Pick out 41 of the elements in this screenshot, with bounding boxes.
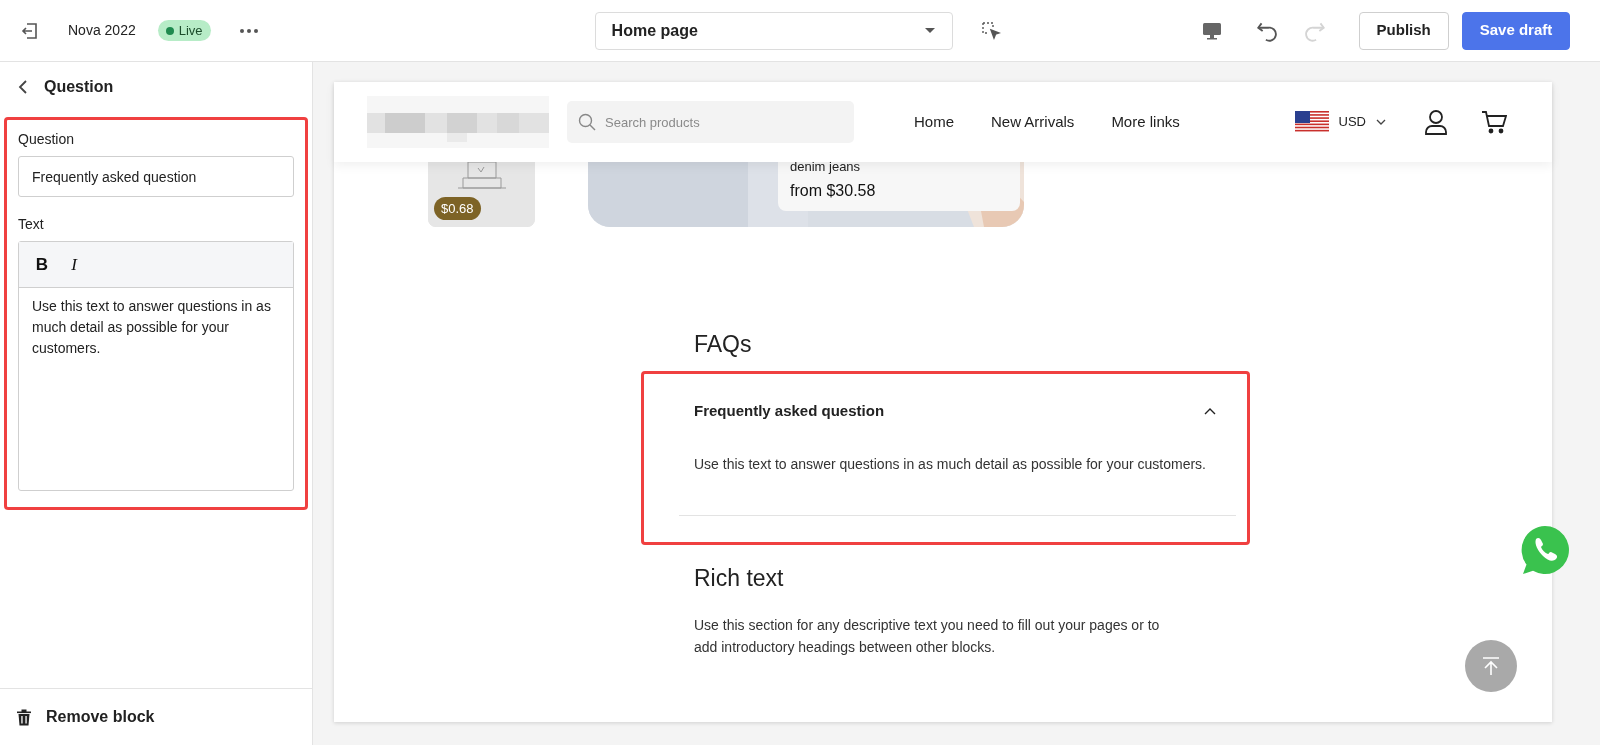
cart-icon[interactable] [1481,110,1507,134]
field-label: Text [18,215,45,234]
caret-icon [923,27,936,34]
status-badge: Live [157,20,211,41]
question-input[interactable]: Frequently asked question [18,156,294,197]
save-button[interactable]: Save draft [1461,11,1571,50]
site-name: Nova 2022 [68,21,136,40]
exit-icon[interactable] [20,20,40,41]
remove-block-button[interactable]: Remove block [0,688,312,745]
panel-title: Question [44,77,114,97]
arrow-up-icon [1481,656,1501,676]
trash-icon [16,708,32,726]
publish-button[interactable]: Publish [1358,11,1449,50]
nav-link[interactable]: New Arrivals [991,110,1075,134]
editor-text: Use this text to answer questions in as much detail as possible for your customers. [31,297,272,358]
selection-tool-icon[interactable] [980,20,1001,41]
search-field[interactable]: Search products [567,101,854,143]
back-icon[interactable] [18,80,28,94]
italic-button[interactable]: I [61,250,87,279]
bold-button[interactable]: B [29,250,55,279]
nav-link[interactable]: More links [1111,110,1180,134]
chevron-down-icon [1376,119,1386,125]
collection-name: denim jeans [790,162,862,176]
chevron-up-icon [1204,406,1216,415]
product-card[interactable]: $0.68 [428,162,535,227]
faq-answer: Use this text to answer questions in as much detail as possible for your customers. [694,455,1207,474]
user-icon[interactable] [1424,109,1448,135]
rich-text-body: Use this section for any descriptive text you need to fill out your pages or to add introductory headings between other blocks. [694,615,1161,657]
more-icon[interactable] [238,27,259,34]
currency-select[interactable]: USD [1294,111,1386,133]
rich-text-editor[interactable]: B I Use this text to answer questions in as much detail as possible for your customers. [18,241,294,491]
nav-link[interactable]: Home [914,110,954,134]
faq-question[interactable]: Frequently asked question [694,373,1216,422]
page-select[interactable]: Home page [594,11,953,50]
section-heading: Rich text [694,564,785,593]
field-label: Question [18,130,76,149]
section-heading: FAQs [694,330,753,359]
search-icon [578,113,596,131]
collection-card[interactable]: denim jeans from $30.58 [588,162,1024,227]
flag-icon [1294,111,1329,133]
collection-price: from $30.58 [790,181,877,201]
